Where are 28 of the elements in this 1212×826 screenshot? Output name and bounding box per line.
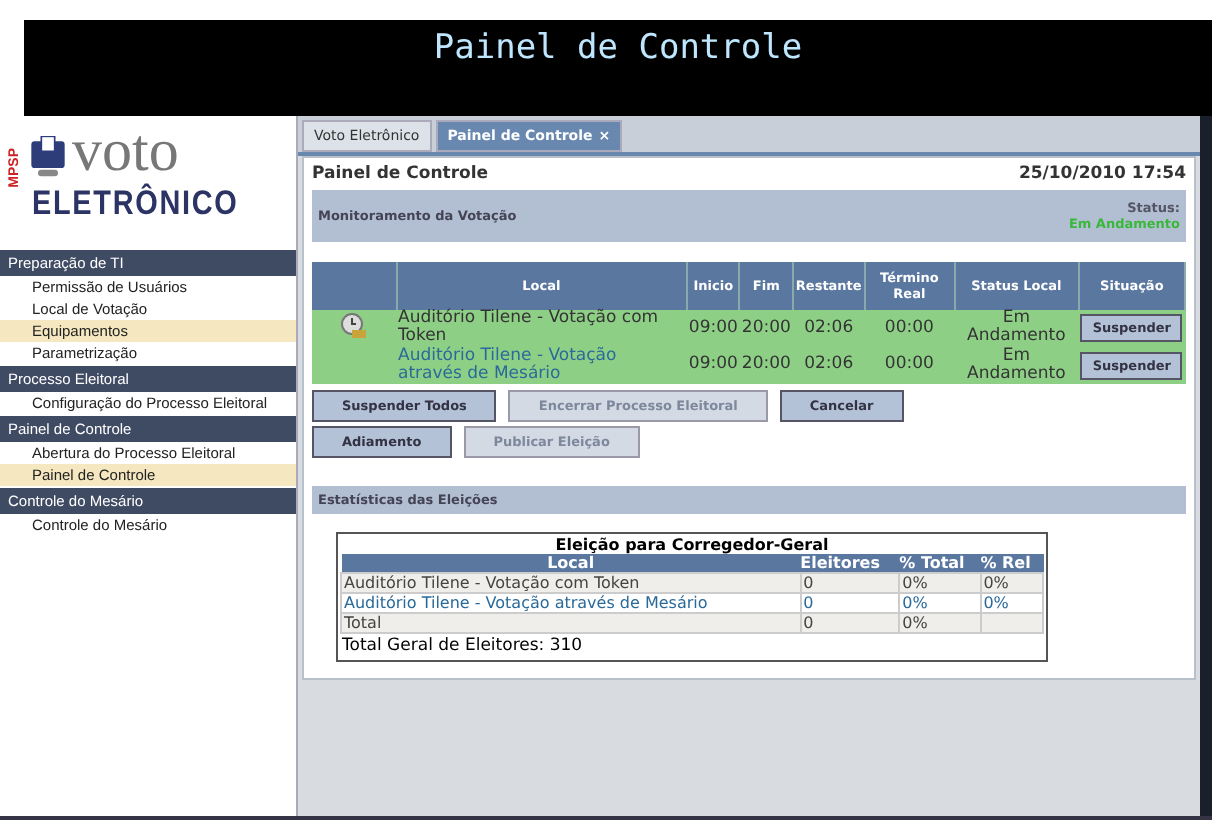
table-cell: 02:06 bbox=[792, 347, 865, 385]
table-cell: 02:06 bbox=[792, 310, 865, 348]
table-cell: 09:00 bbox=[686, 347, 740, 385]
date-time: 25/10/2010 17:54 bbox=[1018, 164, 1186, 184]
table-cell: 0% bbox=[899, 573, 981, 594]
page-heading: Painel de Controle bbox=[433, 28, 803, 68]
page-title: Painel de Controle bbox=[312, 164, 489, 184]
table-cell: Auditório Tilene - Votação com Token bbox=[396, 310, 687, 348]
table-cell: Auditório Tilene - Votação com Token bbox=[341, 573, 801, 594]
table-cell: Em Andamento bbox=[954, 310, 1079, 348]
table-cell: 00:00 bbox=[864, 347, 955, 385]
table-cell: Auditório Tilene - Votação através de Mesário bbox=[396, 347, 687, 385]
table-header-cell bbox=[312, 262, 396, 310]
table-cell: 09:00 bbox=[686, 310, 740, 348]
table-cell: 00:00 bbox=[864, 310, 955, 348]
clock-icon bbox=[340, 311, 368, 340]
ballot-box-icon bbox=[28, 136, 68, 180]
table-title: Eleição para Corregedor-Geral bbox=[553, 536, 831, 555]
table-cell: Auditório Tilene - Votação através de Mesário bbox=[341, 593, 801, 614]
logo-subtitle: ELETRÔNICO bbox=[32, 184, 239, 224]
table-cell: Em Andamento bbox=[954, 347, 1079, 385]
table-cell: Total bbox=[341, 613, 801, 634]
total-text: Total Geral de Eleitores: 310 bbox=[340, 634, 585, 659]
logo-word: voto bbox=[72, 116, 179, 184]
table-cell: 0% bbox=[980, 573, 1043, 594]
table-cell: 20:00 bbox=[739, 310, 793, 348]
table-cell: 0 bbox=[800, 573, 900, 594]
table-cell: 20:00 bbox=[739, 347, 793, 385]
